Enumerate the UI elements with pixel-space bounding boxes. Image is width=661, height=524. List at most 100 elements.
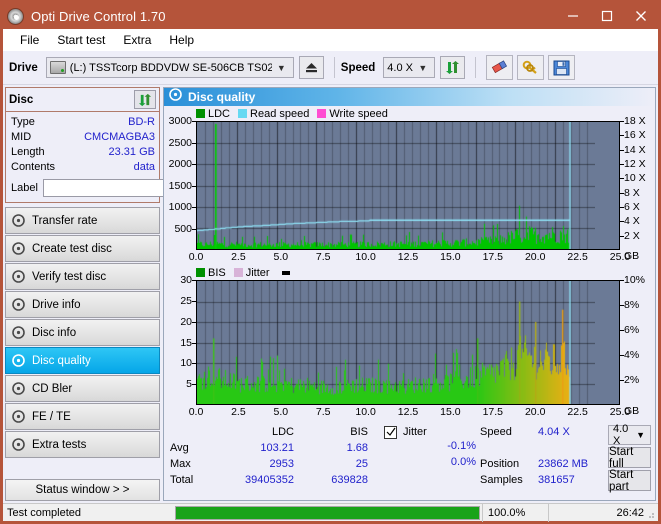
stats-total-bis: 639828	[331, 474, 368, 486]
speed-select[interactable]: 4.0 X ▼	[383, 57, 436, 78]
legend-swatch-bis	[196, 268, 205, 277]
floppy-save-icon	[553, 60, 570, 75]
window-controls	[556, 3, 658, 29]
speed-value: 4.04 X	[538, 426, 570, 438]
sidebar-item-disc-info[interactable]: Disc info	[5, 319, 160, 346]
save-button[interactable]	[548, 55, 576, 80]
jitter-header: Jitter	[370, 424, 480, 440]
sidebar-item-verify-test-disc[interactable]: Verify test disc	[5, 263, 160, 290]
resize-grip-icon[interactable]	[645, 509, 655, 519]
jitter-checkbox[interactable]	[384, 425, 397, 439]
menu-file[interactable]: File	[11, 31, 48, 49]
elapsed-time: 26:42	[548, 503, 658, 522]
disc-info-panel: Disc Type BD-R MID CMCMAGBA3 Length 23.3…	[5, 87, 246, 203]
disc-contents-value: data	[133, 161, 155, 173]
chart-ldc-plot-row: 500 1000 1500 2000 2500 3000 2 X4 X6 X8 X 10 X…	[166, 115, 653, 250]
disc-mid-value: CMCMAGBA3	[84, 131, 155, 143]
status-window-button[interactable]: Status window > >	[5, 479, 160, 501]
drive-icon	[49, 61, 66, 74]
disc-icon	[12, 354, 25, 367]
sidebar-item-extra-tests[interactable]: Extra tests	[5, 431, 160, 458]
sidebar-item-fe-te[interactable]: FE / TE	[5, 403, 160, 430]
menu-extra[interactable]: Extra	[114, 31, 160, 49]
close-button[interactable]	[624, 3, 658, 29]
disc-mid-key: MID	[11, 131, 32, 143]
disc-icon	[12, 214, 25, 227]
title-bar: Opti Drive Control 1.70	[3, 3, 658, 29]
refresh-button[interactable]	[440, 56, 466, 79]
chart-bis-yaxis-right: 2% 4% 6% 8% 10%	[619, 274, 646, 386]
window-title: Opti Drive Control 1.70	[31, 8, 166, 24]
menu-bar: File Start test Extra Help	[3, 29, 658, 51]
start-full-button[interactable]: Start full	[608, 446, 651, 470]
sidebar: Disc Type BD-R MID CMCMAGBA3 Length 23.3…	[3, 85, 246, 503]
stats-actions: 4.0 X ▼ Start full Start part	[608, 423, 651, 498]
disc-icon	[12, 382, 25, 395]
panel-header: Disc quality	[164, 88, 655, 106]
sidebar-item-label: Transfer rate	[32, 214, 98, 227]
disc-icon	[12, 410, 25, 423]
disc-type-key: Type	[11, 116, 35, 128]
stats-row-label-avg: Avg	[170, 442, 189, 454]
stats-total-ldc: 39405352	[245, 474, 294, 486]
eject-button[interactable]	[298, 56, 324, 79]
toolbar-separator-1	[333, 57, 335, 78]
stats-max-ldc: 2953	[269, 458, 294, 470]
table-row: Avg 103.21 1.68	[170, 440, 370, 456]
drive-select[interactable]: (L:) TSSTcorp BDDVDW SE-506CB TS02 ▼	[45, 57, 294, 78]
sidebar-item-disc-quality[interactable]: Disc quality	[5, 347, 160, 374]
legend-item-ldc: LDC	[196, 108, 230, 120]
stats-total-jitter	[370, 472, 480, 488]
keys-button[interactable]	[517, 55, 545, 80]
disc-properties: Type BD-R MID CMCMAGBA3 Length 23.31 GB …	[6, 112, 246, 202]
sidebar-item-transfer-rate[interactable]: Transfer rate	[5, 207, 160, 234]
chart-bis-yaxis-left: 5 10 15 20 25 30	[180, 274, 196, 391]
legend-swatch-write-speed	[317, 109, 327, 118]
legend-item-jitter: Jitter	[233, 267, 270, 279]
sidebar-item-create-test-disc[interactable]: Create test disc	[5, 235, 160, 262]
menu-start-test[interactable]: Start test	[48, 31, 114, 49]
progress-percent: 100.0%	[482, 503, 548, 522]
stats-table: LDC BIS Avg 103.21 1.68 Max 2953 25 Tota…	[170, 424, 370, 498]
refresh-icon	[446, 61, 460, 74]
disc-row-type: Type BD-R	[11, 115, 155, 130]
start-part-button[interactable]: Start part	[608, 469, 651, 493]
test-speed-select[interactable]: 4.0 X ▼	[608, 423, 651, 447]
status-bar: Test completed 100.0% 26:42	[3, 503, 658, 522]
check-icon	[386, 427, 395, 436]
stats-avg-bis: 1.68	[346, 442, 368, 454]
maximize-button[interactable]	[590, 3, 624, 29]
disc-length-key: Length	[11, 146, 45, 158]
main-body: Disc Type BD-R MID CMCMAGBA3 Length 23.3…	[3, 85, 658, 503]
legend-label-write-speed: Write speed	[329, 107, 388, 120]
legend-swatch-ldc	[196, 109, 205, 118]
disc-quality-icon	[169, 88, 182, 106]
status-text: Test completed	[7, 506, 81, 519]
chart-ldc-yaxis-right: 2 X4 X6 X8 X 10 X 12 X 14 X 16 X 18 X	[620, 115, 646, 242]
keys-icon	[522, 60, 537, 74]
progress-bar	[175, 505, 480, 520]
stats-max-bis: 25	[355, 458, 368, 470]
drive-label: Drive	[9, 61, 38, 74]
menu-help[interactable]: Help	[160, 31, 203, 49]
disc-icon	[12, 298, 25, 311]
legend-item-bis: BIS	[196, 267, 226, 279]
legend-label-ldc: LDC	[208, 107, 231, 120]
minimize-button[interactable]	[556, 3, 590, 29]
sidebar-item-cd-bler[interactable]: CD Bler	[5, 375, 160, 402]
stats-panel: LDC BIS Avg 103.21 1.68 Max 2953 25 Tota…	[164, 420, 655, 500]
disc-icon	[12, 242, 25, 255]
disc-row-contents: Contents data	[11, 160, 155, 175]
sidebar-item-label: Disc info	[32, 326, 77, 339]
samples-key: Samples	[480, 474, 523, 486]
sidebar-item-drive-info[interactable]: Drive info	[5, 291, 160, 318]
position-key: Position	[480, 458, 520, 470]
disc-label-key: Label	[11, 182, 38, 194]
speed-label: Speed	[340, 61, 376, 74]
stats-spacer-row	[480, 440, 608, 456]
disc-refresh-button[interactable]	[134, 90, 156, 109]
app-disc-icon	[7, 7, 24, 25]
erase-button[interactable]	[486, 55, 514, 80]
speed-select-value: 4.0 X	[387, 61, 413, 74]
disc-quality-panel: Disc quality LDC Read speed Write speed	[163, 87, 656, 501]
